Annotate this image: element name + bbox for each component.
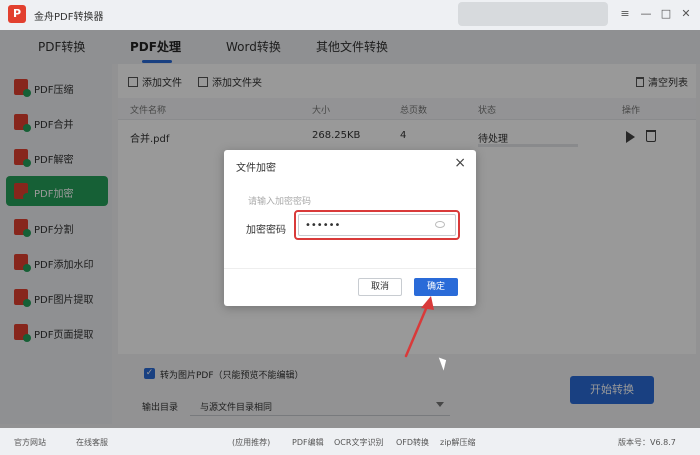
app-title: 金舟PDF转换器 [34, 12, 104, 23]
encrypt-dialog: 文件加密 × 请输入加密密码 加密密码 取消 确定 [224, 150, 476, 306]
ofd-link[interactable]: OFD转换 [396, 437, 429, 448]
close-icon[interactable]: × [454, 155, 466, 171]
password-hint: 请输入加密密码 [248, 197, 312, 207]
confirm-button[interactable]: 确定 [414, 278, 458, 296]
menu-icon[interactable]: ≡ [617, 6, 633, 22]
app-logo-icon: P [8, 5, 26, 23]
close-button[interactable]: ✕ [678, 6, 694, 22]
password-label: 加密密码 [246, 225, 286, 236]
minimize-button[interactable]: — [638, 6, 654, 22]
eye-icon[interactable] [435, 221, 445, 228]
maximize-button[interactable]: □ [658, 6, 674, 22]
website-link[interactable]: 官方网站 [14, 437, 46, 448]
title-bar: P 金舟PDF转换器 ≡ — □ ✕ [0, 0, 700, 30]
support-link[interactable]: 在线客服 [76, 437, 108, 448]
status-bar: 官方网站 在线客服 (应用推荐) PDF编辑 OCR文字识别 OFD转换 zip… [0, 428, 700, 455]
cancel-button[interactable]: 取消 [358, 278, 402, 296]
recommend-label: (应用推荐) [232, 438, 271, 447]
password-input[interactable] [298, 214, 456, 236]
blurred-area [458, 2, 608, 26]
version-label: 版本号：V6.8.7 [618, 438, 676, 447]
dialog-title: 文件加密 [236, 163, 276, 174]
ocr-link[interactable]: OCR文字识别 [334, 437, 383, 448]
zip-link[interactable]: zip解压缩 [440, 437, 476, 448]
dialog-divider [224, 268, 476, 269]
pdf-edit-link[interactable]: PDF编辑 [292, 437, 324, 448]
